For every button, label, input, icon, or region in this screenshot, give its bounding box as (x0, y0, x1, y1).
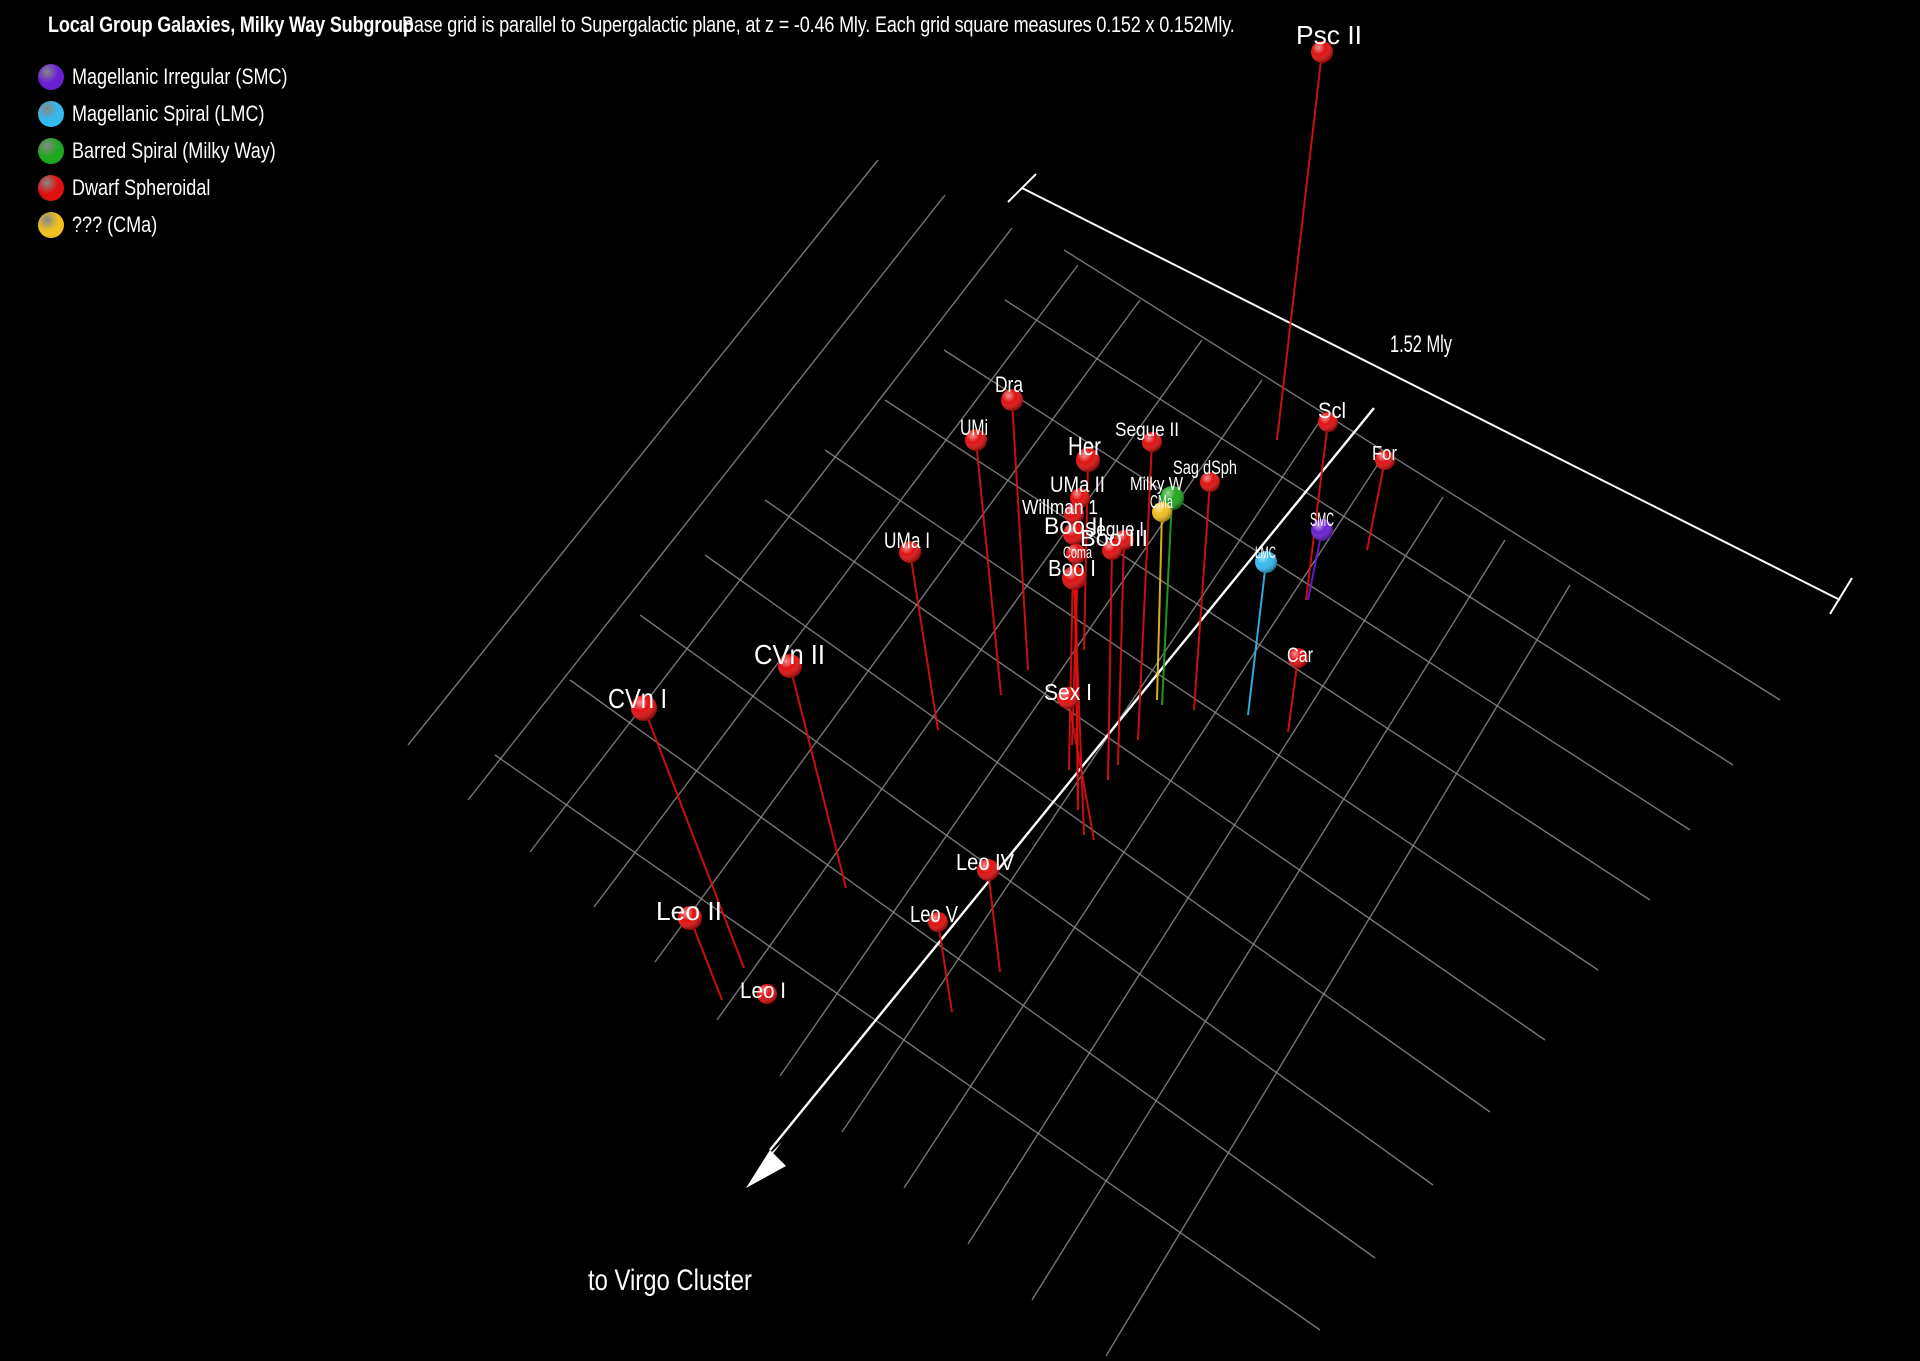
legend: Magellanic Irregular (SMC) Magellanic Sp… (38, 58, 335, 243)
umi-label: UMi (960, 415, 988, 440)
grid-line-a-3 (884, 399, 1651, 901)
dra-stem (1011, 399, 1029, 671)
leo-v-label: Leo V (910, 901, 959, 927)
uma-ii-label: UMa II (1050, 472, 1105, 497)
grid-line-a-8 (569, 679, 1376, 1259)
dwarf-spheroidal-swatch (38, 174, 64, 201)
scale-bar-start-tick (1007, 173, 1037, 203)
segue-ii-label: Segue II (1115, 420, 1179, 441)
grid-line-a-2 (943, 349, 1691, 831)
segue-i-stem (1117, 539, 1125, 766)
car-label: Car (1287, 644, 1313, 667)
grid-line-b-5 (779, 379, 1263, 1077)
grid-line-a-4 (824, 449, 1599, 971)
legend-item-lmc: Magellanic Spiral (LMC) (38, 95, 335, 132)
grid-line-b-7 (654, 299, 1141, 963)
leo-ii-label: Leo II (656, 896, 722, 926)
grid-line-b-10 (467, 194, 946, 801)
psc-ii-label: Psc II (1296, 20, 1362, 50)
umi-stem (975, 439, 1002, 696)
virgo-arrowhead-fill (746, 1150, 786, 1188)
legend-label: Barred Spiral (Milky Way) (72, 137, 276, 163)
milky-way-swatch (38, 137, 64, 164)
car-stem (1287, 657, 1299, 733)
legend-item-dwarf-spheroidal: Dwarf Spheroidal (38, 169, 335, 206)
virgo-direction-label: to Virgo Cluster (588, 1264, 752, 1297)
boo-i-stem (1073, 577, 1085, 836)
page-title: Local Group Galaxies, Milky Way Subgroup (48, 12, 414, 37)
grid-line-b-1 (1031, 539, 1506, 1301)
axes: 1.52 Mly to Virgo Cluster (588, 173, 1853, 1297)
lmc-swatch (38, 100, 64, 127)
legend-item-milky-way: Barred Spiral (Milky Way) (38, 132, 335, 169)
for-label: For (1372, 443, 1397, 465)
leo-iv-stem (987, 869, 1001, 973)
milky-way-label: Milky W (1130, 474, 1183, 494)
boo-iii-label: Boo III (1080, 525, 1148, 551)
milky-way-stem (1161, 497, 1173, 706)
scale-bar-label: 1.52 Mly (1390, 331, 1452, 358)
dra-label: Dra (995, 372, 1024, 397)
psc-ii-stem (1276, 51, 1323, 441)
smc-label: SMC (1310, 510, 1334, 531)
grid-line-a-9 (494, 754, 1321, 1331)
cma-label: CMa (1150, 492, 1174, 512)
leo-ii-stem (689, 917, 723, 1001)
boo-i-label: Boo I (1048, 555, 1096, 581)
grid-line-b-0 (1105, 584, 1571, 1357)
lmc-label: LMC (1255, 543, 1276, 562)
cvn-ii-stem (789, 665, 847, 889)
grid-description: Base grid is parallel to Supergalactic p… (402, 12, 1235, 37)
leo-iv-label: Leo IV (956, 849, 1015, 875)
legend-label: Dwarf Spheroidal (72, 174, 211, 200)
scl-label: Scl (1318, 398, 1346, 423)
cvn-i-label: CVn I (608, 683, 667, 714)
legend-label: Magellanic Irregular (SMC) (72, 63, 288, 89)
legend-item-cma: ??? (CMa) (38, 206, 335, 243)
base-grid (407, 159, 1781, 1357)
cvn-ii-label: CVn II (754, 639, 825, 670)
legend-item-smc: Magellanic Irregular (SMC) (38, 58, 335, 95)
leo-i-label: Leo I (740, 978, 786, 1003)
boo-iii-stem (1107, 549, 1113, 781)
her-label: Her (1068, 431, 1101, 461)
sex-label: Sex I (1044, 679, 1092, 705)
uma-i-label: UMa I (884, 528, 930, 553)
legend-label: Magellanic Spiral (LMC) (72, 100, 265, 126)
grid-line-b-9 (529, 227, 1013, 853)
smc-swatch (38, 63, 64, 90)
legend-label: ??? (CMa) (72, 211, 158, 237)
grid-line-a-5 (764, 499, 1546, 1041)
cma-swatch (38, 211, 64, 238)
grid-line-b-8 (593, 264, 1079, 908)
